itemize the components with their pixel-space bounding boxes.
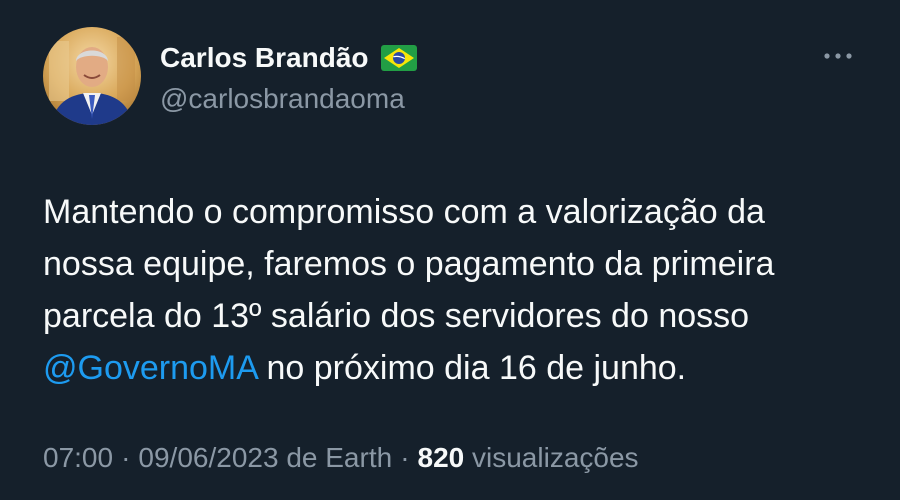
tweet-time[interactable]: 07:00 bbox=[43, 442, 113, 473]
views-count[interactable]: 820 bbox=[418, 442, 465, 473]
tweet-text: Mantendo o compromisso com a valorização… bbox=[43, 186, 873, 394]
author-display-name[interactable]: Carlos Brandão bbox=[160, 42, 369, 74]
views-label: visualizações bbox=[472, 442, 639, 473]
mention-link[interactable]: @GovernoMA bbox=[43, 349, 257, 387]
tweet-text-line-last: @GovernoMA no próximo dia 16 de junho. bbox=[43, 342, 873, 394]
brazil-flag-icon bbox=[380, 45, 417, 71]
avatar[interactable] bbox=[43, 27, 141, 125]
more-options-button[interactable] bbox=[816, 44, 860, 68]
more-horizontal-icon bbox=[824, 53, 852, 59]
tweet-metadata: 07:00 · 09/06/2023 de Earth · 820 visualizaç… bbox=[43, 442, 639, 474]
author-handle[interactable]: @carlosbrandaoma bbox=[160, 83, 405, 115]
tweet-card: Carlos Brandão @carlosbrandaoma Mantendo… bbox=[0, 0, 900, 500]
tweet-source: de Earth bbox=[286, 442, 393, 473]
tweet-text-rest: no próximo dia 16 de junho. bbox=[257, 349, 687, 387]
tweet-text-line: parcela do 13º salário dos servidores do… bbox=[43, 297, 750, 335]
author-name-row: Carlos Brandão bbox=[160, 40, 417, 76]
meta-separator: · bbox=[121, 442, 131, 473]
tweet-date[interactable]: 09/06/2023 bbox=[138, 442, 278, 473]
meta-separator: · bbox=[400, 442, 410, 473]
tweet-text-line: Mantendo o compromisso com a valorização… bbox=[43, 193, 765, 231]
tweet-text-line: nossa equipe, faremos o pagamento da pri… bbox=[43, 245, 775, 283]
